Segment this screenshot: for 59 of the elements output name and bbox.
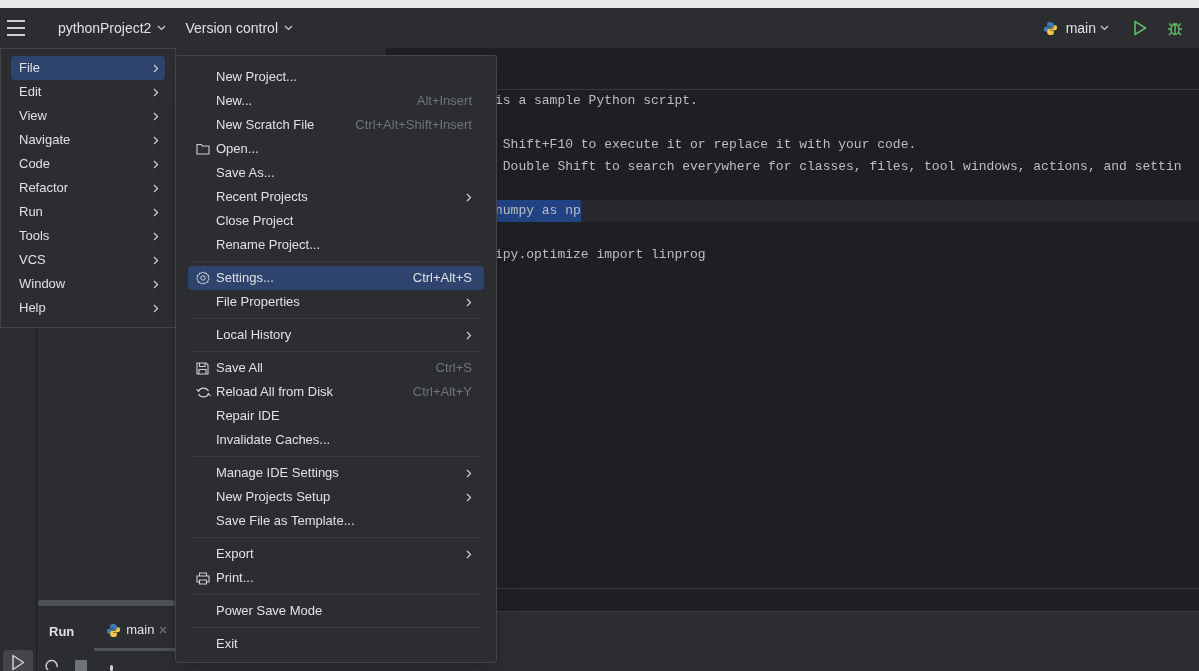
chevron-down-icon [157, 25, 167, 31]
menu-item[interactable]: New Projects Setup [188, 485, 484, 509]
menu-item[interactable]: Settings... Ctrl+Alt+S [188, 266, 484, 290]
code-line: is a sample Python script. [495, 92, 698, 111]
chevron-down-icon [284, 25, 293, 31]
python-icon [106, 622, 122, 638]
menu-item[interactable]: Save File as Template... [188, 509, 484, 533]
menu-item[interactable]: Tools [11, 224, 165, 248]
chevron-down-icon [1100, 25, 1109, 31]
print-icon [196, 571, 210, 585]
code-line: ipy.optimize import linprog [495, 246, 706, 265]
menu-item[interactable]: Run [11, 200, 165, 224]
menu-item[interactable]: VCS [11, 248, 165, 272]
menu-item[interactable]: New Scratch File Ctrl+Alt+Shift+Insert [188, 113, 484, 137]
menu-item[interactable]: Save All Ctrl+S [188, 356, 484, 380]
rerun-icon[interactable] [45, 659, 59, 670]
menu-item[interactable]: Export [188, 542, 484, 566]
menu-item[interactable]: Open... [188, 137, 484, 161]
menu-item[interactable]: New... Alt+Insert [188, 89, 484, 113]
more-icon[interactable] [110, 665, 113, 671]
menu-item[interactable]: Save As... [188, 161, 484, 185]
menu-icon[interactable] [7, 20, 25, 36]
reload-icon [196, 385, 211, 399]
run-config-dropdown[interactable]: main [1042, 17, 1109, 39]
menu-item[interactable]: Recent Projects [188, 185, 484, 209]
code-line: Double Shift to search everywhere for classes, files, tool windows, actions, and settin [501, 158, 1182, 177]
menu-item[interactable]: Print... [188, 566, 484, 590]
run-tool-icon[interactable] [3, 650, 33, 671]
menu-item[interactable]: Local History [188, 323, 484, 347]
menu-item[interactable]: Exit [188, 632, 484, 656]
save-icon [196, 361, 209, 375]
menu-item[interactable]: Edit [11, 80, 165, 104]
menu-item[interactable]: Navigate [11, 128, 165, 152]
menu-item[interactable]: Help [11, 296, 165, 320]
close-icon[interactable] [159, 626, 168, 634]
python-icon [1042, 20, 1058, 36]
menu-item[interactable]: Repair IDE [188, 404, 484, 428]
menu-item[interactable]: View [11, 104, 165, 128]
menu-item[interactable]: New Project... [188, 65, 484, 89]
code-line: Shift+F10 to execute it or replace it with your code. [501, 136, 917, 155]
folder-icon [196, 143, 210, 155]
menu-item[interactable]: Reload All from Disk Ctrl+Alt+Y [188, 380, 484, 404]
project-dropdown[interactable]: pythonProject2 [58, 17, 167, 39]
scrollbar[interactable] [38, 600, 175, 606]
menu-item[interactable]: Rename Project... [188, 233, 484, 257]
menu-item[interactable]: File [11, 56, 165, 80]
menu-item[interactable]: Code [11, 152, 165, 176]
settings-icon [196, 271, 210, 285]
menu-item[interactable]: Manage IDE Settings [188, 461, 484, 485]
debug-icon[interactable] [1167, 20, 1183, 36]
menu-item[interactable]: Invalidate Caches... [188, 428, 484, 452]
version-control-dropdown[interactable]: Version control [185, 17, 293, 39]
run-icon[interactable] [1133, 20, 1147, 36]
menu-item[interactable]: Power Save Mode [188, 599, 484, 623]
run-panel-title: Run [49, 622, 75, 641]
menu-item[interactable]: Close Project [188, 209, 484, 233]
menu-item[interactable]: File Properties [188, 290, 484, 314]
menu-item[interactable]: Refactor [11, 176, 165, 200]
menu-item[interactable]: Window [11, 272, 165, 296]
